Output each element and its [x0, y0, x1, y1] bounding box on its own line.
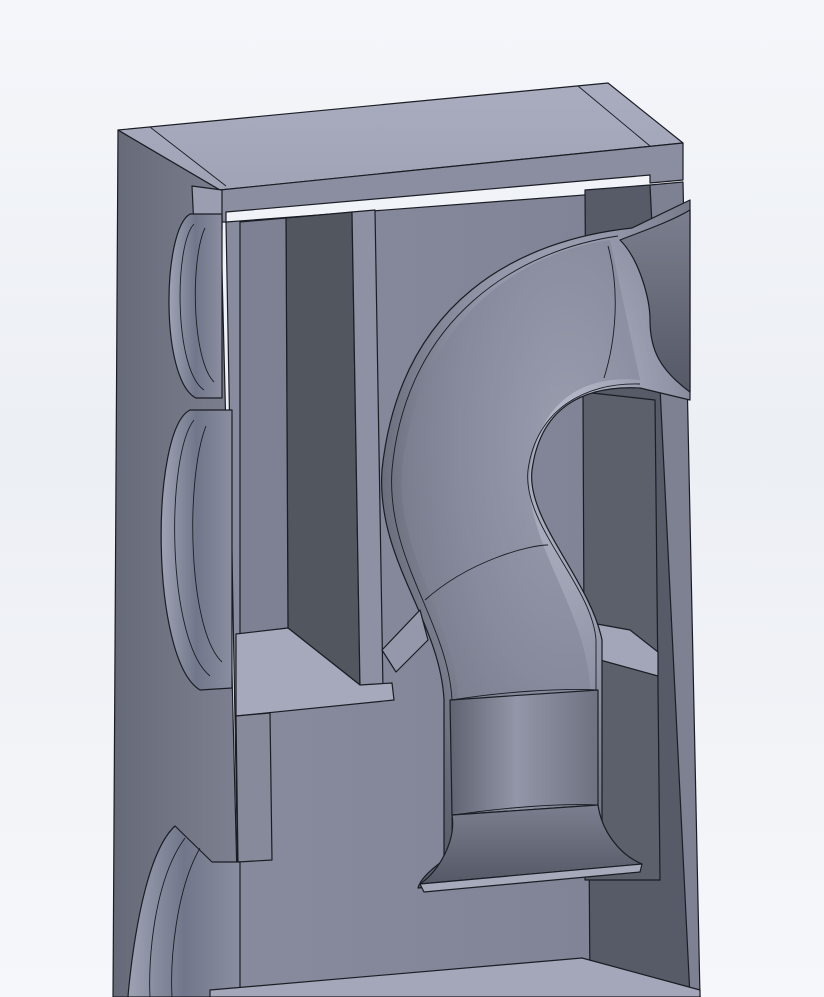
- lower-left-column: [235, 712, 273, 863]
- pipe-straight-section: [449, 689, 599, 816]
- cad-viewport[interactable]: [0, 0, 824, 997]
- left-channel-dark: [285, 211, 361, 686]
- sectioned-part-model[interactable]: [0, 0, 824, 997]
- left-channel-face: [239, 217, 289, 635]
